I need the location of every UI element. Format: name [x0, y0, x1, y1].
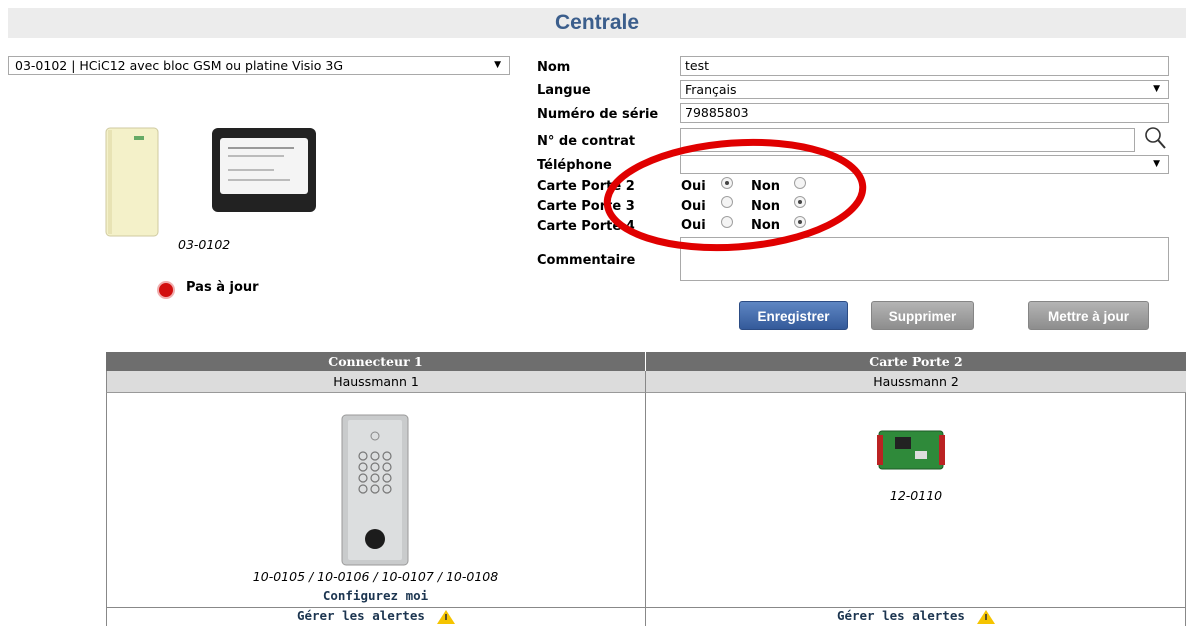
- carte-porte-3-oui-radio[interactable]: [721, 196, 733, 208]
- door-card-image: [877, 430, 945, 470]
- carte-porte-3-non-radio[interactable]: [794, 196, 806, 208]
- commentaire-label: Commentaire: [537, 253, 636, 268]
- page-title: Centrale: [554, 11, 640, 34]
- nom-input[interactable]: test: [680, 56, 1169, 76]
- column-subheader-haussmann-2: Haussmann 2: [645, 371, 1186, 393]
- chevron-down-icon: ▼: [494, 60, 501, 70]
- contrat-label: N° de contrat: [537, 134, 636, 149]
- card-reference: 12-0110: [889, 488, 943, 503]
- carte-porte-4-oui-radio[interactable]: [721, 216, 733, 228]
- model-select[interactable]: 03-0102 | HCiC12 avec bloc GSM ou platin…: [8, 56, 510, 75]
- delete-button[interactable]: Supprimer: [871, 301, 974, 330]
- status-indicator: [157, 281, 175, 299]
- alerts-row-2: Gérer les alertes: [646, 607, 1186, 626]
- carte-porte-3-label: Carte Porte 3: [537, 199, 635, 214]
- langue-select-value: Français: [685, 82, 737, 97]
- manage-alerts-link[interactable]: Gérer les alertes: [297, 608, 425, 623]
- non-label: Non: [751, 179, 781, 194]
- serie-label: Numéro de série: [537, 107, 659, 122]
- commentaire-textarea[interactable]: [680, 237, 1169, 281]
- model-select-value: 03-0102 | HCiC12 avec bloc GSM ou platin…: [15, 58, 344, 73]
- carte-porte-4-label: Carte Porte 4: [537, 219, 635, 234]
- status-label: Pas à jour: [186, 280, 259, 295]
- oui-label: Oui: [681, 199, 706, 214]
- column-subheader-haussmann-1: Haussmann 1: [106, 371, 645, 393]
- column-divider: [645, 393, 646, 626]
- serie-input[interactable]: 79885803: [680, 103, 1169, 123]
- telephone-select[interactable]: ▼: [680, 155, 1169, 174]
- oui-label: Oui: [681, 218, 706, 233]
- product-image: [105, 127, 316, 237]
- update-button[interactable]: Mettre à jour: [1028, 301, 1149, 330]
- warning-icon: [437, 609, 456, 624]
- carte-porte-4-non-radio[interactable]: [794, 216, 806, 228]
- column-header-carte-porte-2: Carte Porte 2: [646, 352, 1186, 371]
- chevron-down-icon: ▼: [1153, 159, 1160, 169]
- telephone-label: Téléphone: [537, 158, 612, 173]
- carte-porte-2-non-radio[interactable]: [794, 177, 806, 189]
- carte-porte-2-label: Carte Porte 2: [537, 179, 635, 194]
- non-label: Non: [751, 199, 781, 214]
- warning-icon: [977, 609, 996, 624]
- search-icon[interactable]: [1143, 126, 1167, 150]
- contrat-input[interactable]: [680, 128, 1135, 152]
- title-bar: Centrale: [8, 8, 1186, 38]
- save-button[interactable]: Enregistrer: [739, 301, 848, 330]
- connector-1-reference: 10-0105 / 10-0106 / 10-0107 / 10-0108: [252, 569, 499, 584]
- carte-porte-2-oui-radio[interactable]: [721, 177, 733, 189]
- langue-select[interactable]: Français ▼: [680, 80, 1169, 99]
- model-reference: 03-0102: [178, 237, 231, 252]
- langue-label: Langue: [537, 83, 591, 98]
- column-header-connecteur-1: Connecteur 1: [106, 352, 645, 371]
- manage-alerts-link[interactable]: Gérer les alertes: [837, 608, 965, 623]
- keypad-image: [341, 414, 409, 566]
- chevron-down-icon: ▼: [1153, 84, 1160, 94]
- configure-link[interactable]: Configurez moi: [106, 588, 645, 603]
- non-label: Non: [751, 218, 781, 233]
- nom-label: Nom: [537, 60, 571, 75]
- alerts-row-1: Gérer les alertes: [106, 607, 646, 626]
- oui-label: Oui: [681, 179, 706, 194]
